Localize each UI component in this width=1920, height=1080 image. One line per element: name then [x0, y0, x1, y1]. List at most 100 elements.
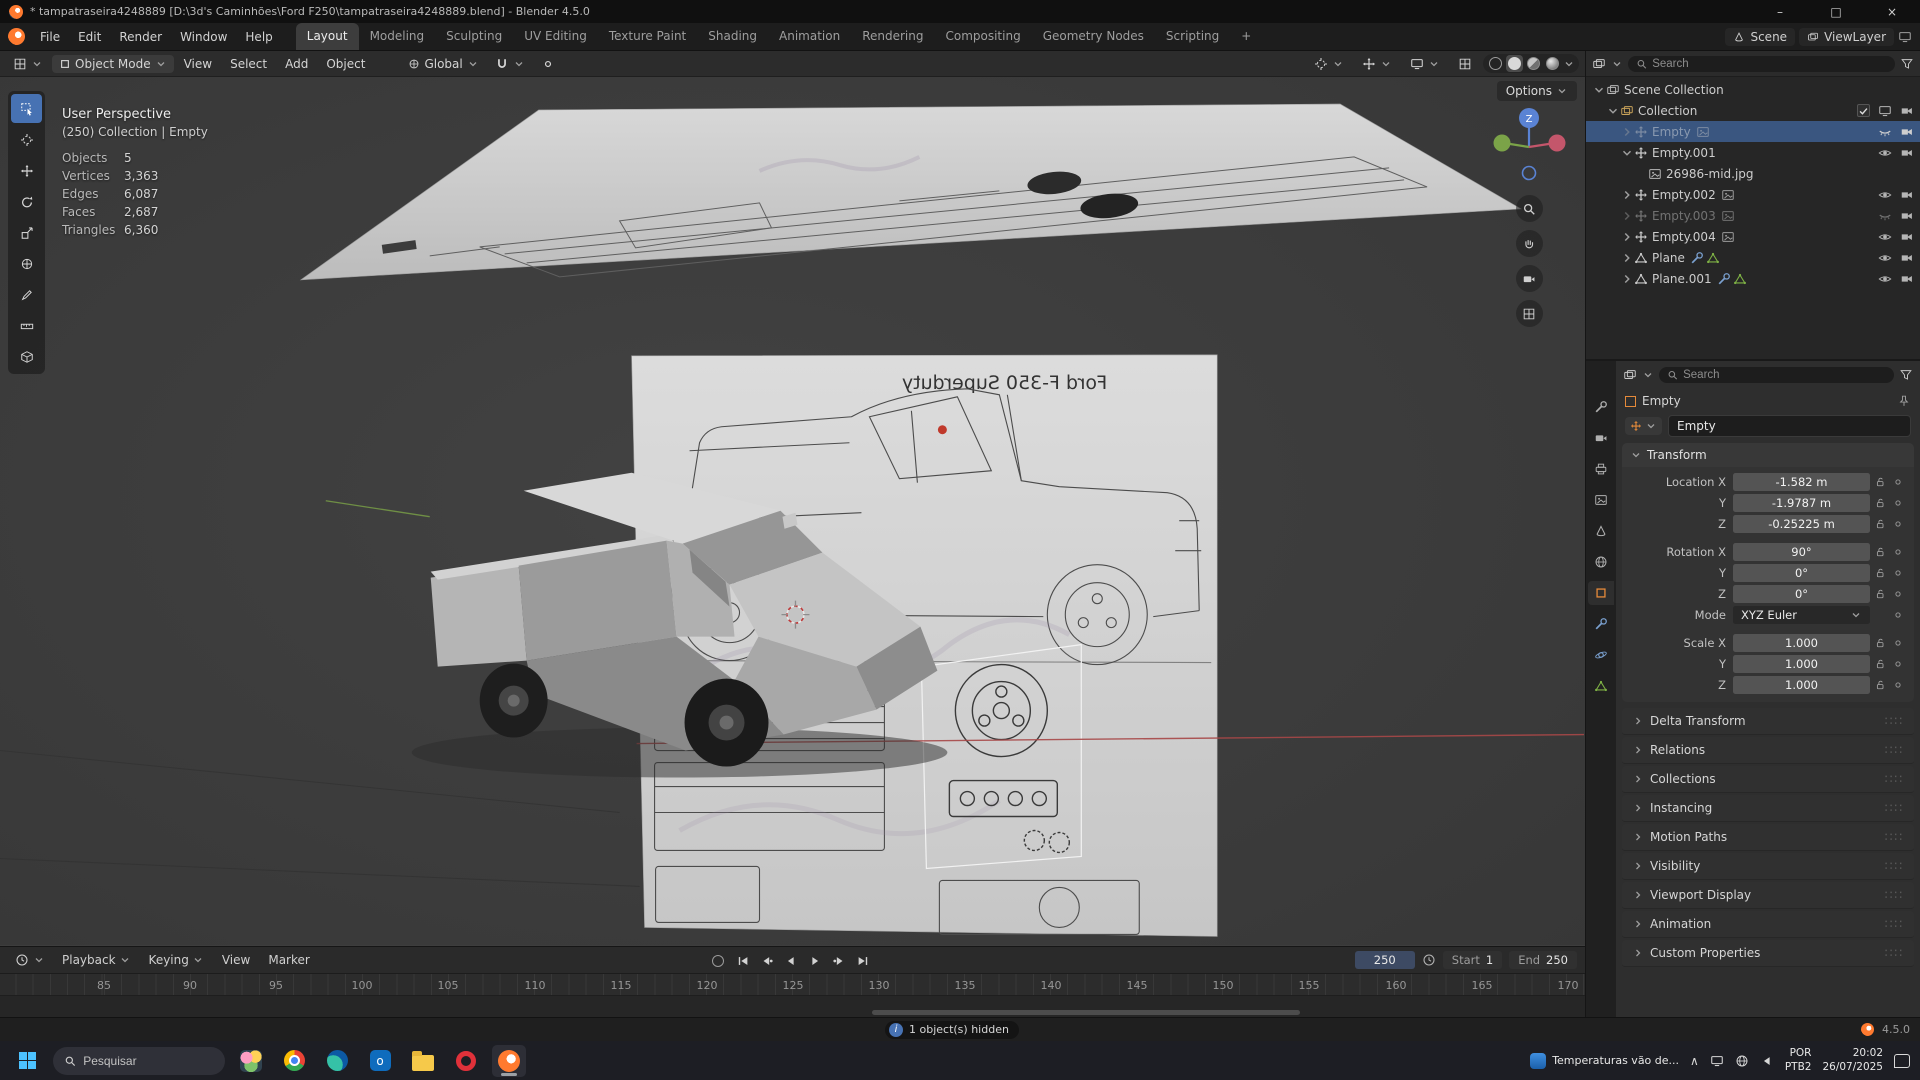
viewport-3d[interactable]: Ford F-350 Superduty: [0, 51, 1585, 946]
location-z-field[interactable]: -0.25225 m: [1733, 515, 1870, 533]
tab-modifiers[interactable]: [1588, 612, 1614, 636]
move-tool[interactable]: [11, 156, 42, 185]
jump-to-start-button[interactable]: [733, 951, 754, 971]
menu-view[interactable]: View: [176, 55, 220, 73]
eye-open-icon[interactable]: [1878, 272, 1892, 286]
menu-object[interactable]: Object: [318, 55, 373, 73]
menu-select[interactable]: Select: [222, 55, 275, 73]
display-tray-icon[interactable]: [1710, 1054, 1724, 1068]
animate-dot-icon[interactable]: [1892, 546, 1904, 558]
toggle-xray-button[interactable]: [1451, 55, 1479, 73]
shading-material-button[interactable]: [1525, 55, 1542, 72]
object-type-dropdown[interactable]: [1625, 417, 1662, 435]
eye-closed-icon[interactable]: [1878, 209, 1892, 223]
section-animation[interactable]: Animation: [1622, 911, 1914, 938]
tab-rendering[interactable]: Rendering: [851, 23, 934, 50]
frame-start-field[interactable]: Start 1: [1443, 951, 1502, 969]
tab-sculpting[interactable]: Sculpting: [435, 23, 513, 50]
close-button[interactable]: ×: [1864, 0, 1920, 23]
lock-icon[interactable]: [1874, 497, 1886, 509]
animate-dot-icon[interactable]: [1892, 497, 1904, 509]
hide-render-toggle[interactable]: [1900, 188, 1914, 202]
shading-rendered-button[interactable]: [1544, 55, 1561, 72]
expand-icon[interactable]: [1620, 146, 1634, 160]
show-overlays-button[interactable]: [1403, 55, 1447, 73]
timeline-editor-dropdown[interactable]: [8, 951, 52, 969]
scale-y-field[interactable]: 1.000: [1733, 655, 1870, 673]
minimize-button[interactable]: –: [1752, 0, 1808, 23]
section-motion-paths[interactable]: Motion Paths: [1622, 824, 1914, 851]
taskbar-search[interactable]: [53, 1047, 225, 1075]
language-indicator[interactable]: POR PTB2: [1785, 1047, 1812, 1073]
stopwatch-icon[interactable]: [1422, 953, 1436, 967]
transform-orientation-dropdown[interactable]: Global: [401, 55, 485, 73]
snap-dropdown[interactable]: [488, 55, 532, 73]
selected-empty-outline[interactable]: [921, 645, 1081, 869]
outliner-search-input[interactable]: [1652, 58, 1887, 70]
blender-taskbar-button[interactable]: [492, 1045, 526, 1077]
tab-tool[interactable]: [1588, 395, 1614, 419]
animate-dot-icon[interactable]: [1892, 567, 1904, 579]
rotate-tool[interactable]: [11, 187, 42, 216]
measure-tool[interactable]: [11, 311, 42, 340]
eye-closed-icon[interactable]: [1878, 125, 1892, 139]
play-button[interactable]: [805, 951, 826, 971]
tab-scene[interactable]: [1588, 519, 1614, 543]
timeline-track[interactable]: [0, 996, 1585, 1017]
properties-editor-icon[interactable]: [1623, 368, 1637, 382]
tab-scripting[interactable]: Scripting: [1155, 23, 1230, 50]
expand-icon[interactable]: [1620, 230, 1634, 244]
viewport-canvas[interactable]: Ford F-350 Superduty: [0, 51, 1585, 945]
edge-button[interactable]: [320, 1045, 354, 1077]
hide-render-toggle[interactable]: [1900, 251, 1914, 265]
outliner-row-plane-001[interactable]: Plane.001: [1586, 268, 1920, 289]
tab-render[interactable]: [1588, 426, 1614, 450]
hide-render-toggle[interactable]: [1900, 146, 1914, 160]
zoom-button[interactable]: [1516, 195, 1543, 222]
animate-dot-icon[interactable]: [1892, 518, 1904, 530]
rotation-mode-dropdown[interactable]: XYZ Euler: [1733, 606, 1870, 624]
proportional-editing-button[interactable]: [534, 55, 562, 73]
chrome-button[interactable]: [277, 1045, 311, 1077]
eye-open-icon[interactable]: [1878, 251, 1892, 265]
notification-center-icon[interactable]: [1894, 1054, 1910, 1068]
tab-object[interactable]: [1588, 581, 1614, 605]
menu-window[interactable]: Window: [171, 23, 236, 51]
scale-tool[interactable]: [11, 218, 42, 247]
rotation-y-field[interactable]: 0°: [1733, 564, 1870, 582]
expand-icon[interactable]: [1592, 83, 1606, 97]
expand-icon[interactable]: [1620, 251, 1634, 265]
expand-icon[interactable]: [1620, 188, 1634, 202]
filter-icon[interactable]: [1900, 57, 1914, 71]
tab-output[interactable]: [1588, 457, 1614, 481]
editor-type-dropdown[interactable]: [6, 55, 50, 73]
play-reverse-button[interactable]: [781, 951, 802, 971]
outliner-row-empty[interactable]: Empty: [1586, 121, 1920, 142]
timeline-scrollbar[interactable]: [872, 1010, 1300, 1015]
options-dropdown[interactable]: Options: [1497, 81, 1577, 101]
section-custom-properties[interactable]: Custom Properties: [1622, 940, 1914, 967]
tab-physics[interactable]: [1588, 643, 1614, 667]
outliner-row-empty-003[interactable]: Empty.003: [1586, 205, 1920, 226]
transform-tool[interactable]: [11, 249, 42, 278]
shading-wireframe-button[interactable]: [1487, 55, 1504, 72]
outliner-row-empty-004[interactable]: Empty.004: [1586, 226, 1920, 247]
selectability-dropdown[interactable]: [1307, 55, 1351, 73]
menu-edit[interactable]: Edit: [69, 23, 110, 51]
eye-open-icon[interactable]: [1878, 230, 1892, 244]
viewlayer-selector[interactable]: ViewLayer: [1799, 28, 1894, 46]
rotation-z-field[interactable]: 0°: [1733, 585, 1870, 603]
cursor-tool[interactable]: [11, 125, 42, 154]
expand-icon[interactable]: [1620, 125, 1634, 139]
hide-render-toggle[interactable]: [1900, 209, 1914, 223]
tab-texture-paint[interactable]: Texture Paint: [598, 23, 697, 50]
tab-object-data[interactable]: [1588, 674, 1614, 698]
orthographic-toggle-button[interactable]: [1516, 300, 1543, 327]
scale-x-field[interactable]: 1.000: [1733, 634, 1870, 652]
menu-help[interactable]: Help: [236, 23, 281, 51]
screen-layout-icon[interactable]: [1898, 30, 1912, 44]
hidden-icons-chevron[interactable]: ∧: [1690, 1054, 1699, 1068]
tab-compositing[interactable]: Compositing: [934, 23, 1031, 50]
eye-open-icon[interactable]: [1878, 188, 1892, 202]
rotation-x-field[interactable]: 90°: [1733, 543, 1870, 561]
